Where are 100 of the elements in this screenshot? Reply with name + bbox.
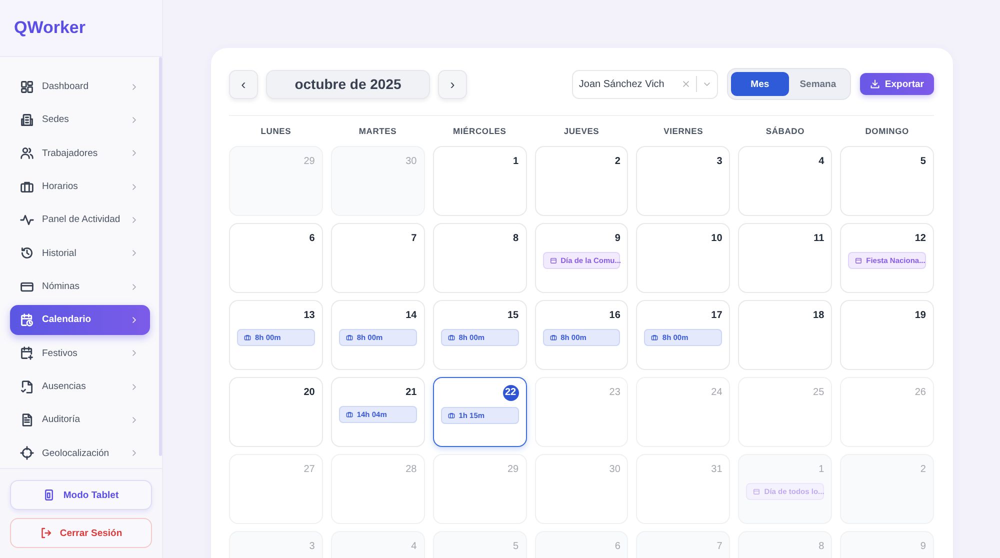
worker-select[interactable]: Joan Sánchez Vich [572,70,718,98]
day-number: 6 [614,540,620,554]
day-number: 1 [513,155,519,169]
card-icon [20,280,34,294]
chevron-right-icon [130,349,138,358]
day-number: 9 [614,232,620,246]
sidebar-item[interactable]: Dashboard [10,72,150,102]
chevron-right-icon [130,449,138,458]
day-cell[interactable]: 11 [738,223,832,293]
day-number: 20 [304,386,315,400]
calendar-clock-icon [20,312,34,327]
pulse-icon [20,212,34,227]
day-number: 21 [406,386,417,400]
briefcase-icon [651,334,658,341]
chevron-down-icon [702,80,711,88]
users-icon [20,146,34,160]
day-number: 24 [711,386,722,400]
briefcase-icon [550,334,557,341]
sidebar-item[interactable]: Calendario [10,305,150,335]
day-number: 29 [507,463,519,477]
day-cell[interactable]: 2 [534,146,628,216]
briefcase-icon [448,412,455,419]
calendar-plus-icon [20,346,34,360]
tablet-icon [43,489,56,501]
tablet-mode-button[interactable]: Modo Tablet [10,480,152,510]
day-number: 6 [309,232,315,246]
chevron-right-icon [130,116,138,124]
day-number: 19 [914,309,926,323]
day-number: 27 [304,463,315,477]
briefcase-icon [346,411,353,418]
weekday-header: JUEVES [562,126,600,136]
logout-icon [40,527,52,539]
sidebar-item[interactable]: Festivos [10,338,150,368]
day-number: 30 [406,155,417,169]
day-cell[interactable]: 5 [840,146,934,216]
view-tab[interactable]: Mes [730,72,789,96]
day-number: 9 [920,540,926,554]
calendar-icon [550,257,557,264]
briefcase-icon [20,180,34,194]
day-number: 31 [711,463,722,477]
day-cell[interactable]: 20 [229,377,323,447]
file-check-icon [20,380,34,394]
day-number: 3 [309,540,315,554]
day-number: 12 [914,232,926,246]
sidebar-item[interactable]: Auditoría [10,405,150,435]
day-number: 25 [813,386,824,400]
weekday-header: LUNES [260,126,292,136]
next-month-button[interactable]: › [438,70,467,98]
file-text-icon [20,412,34,427]
day-number: 3 [716,155,722,169]
sidebar-item[interactable]: Geolocalización [10,438,150,468]
day-cell[interactable]: 6 [229,223,323,293]
day-cell[interactable]: 1 [432,146,527,216]
month-title: octubre de 2025 [266,70,430,98]
day-number: 28 [406,463,417,477]
export-button[interactable]: Exportar [860,73,934,95]
day-number: 23 [609,386,620,400]
weekday-header: MIÉRCOLES [452,126,508,136]
weekday-header: DOMINGO [864,126,910,136]
day-cell[interactable]: 4 [738,146,832,216]
day-number: 7 [411,232,417,246]
crosshair-icon [20,446,34,460]
day-number: 8 [513,232,519,246]
chevron-right-icon [130,149,138,158]
chevron-right-icon [130,82,138,91]
chevron-right-icon [130,216,138,224]
sidebar-item[interactable]: Historial [10,238,150,268]
day-number: 7 [716,540,722,554]
sidebar-item[interactable]: Ausencias [10,372,150,402]
sidebar-item[interactable]: Panel de Actividad [10,205,150,235]
day-cell[interactable]: 8 [432,223,527,293]
chevron-right-icon [130,182,138,191]
app-logo: QWorker [14,18,86,38]
chevron-right-icon [130,282,138,291]
day-cell[interactable]: 3 [636,146,730,216]
day-number: 10 [711,232,722,246]
sidebar-item[interactable]: Sedes [10,105,150,135]
sidebar-item[interactable]: Horarios [10,172,150,202]
day-cell[interactable]: 19 [840,300,934,370]
weekday-header: VIERNES [662,126,704,136]
previous-month-button[interactable]: ‹ [229,70,258,98]
day-cell[interactable]: 10 [636,223,730,293]
day-number: 16 [609,309,620,323]
sidebar-item[interactable]: Nóminas [10,272,150,302]
view-tab[interactable]: Semana [788,72,847,96]
day-number: 26 [914,386,926,400]
day-number: 29 [304,155,315,169]
day-cell[interactable]: 18 [738,300,832,370]
day-number: 11 [814,232,824,246]
chevron-right-icon [130,382,138,391]
history-icon [20,246,34,260]
day-number: 5 [513,540,519,554]
day-cell[interactable]: 7 [330,223,425,293]
day-number: 15 [507,309,519,323]
calendar-icon [855,257,862,264]
briefcase-icon [448,334,455,341]
chevron-right-icon [130,316,138,324]
download-icon [870,79,880,89]
sidebar-item[interactable]: Trabajadores [10,138,150,168]
logout-button[interactable]: Cerrar Sesión [10,518,152,548]
